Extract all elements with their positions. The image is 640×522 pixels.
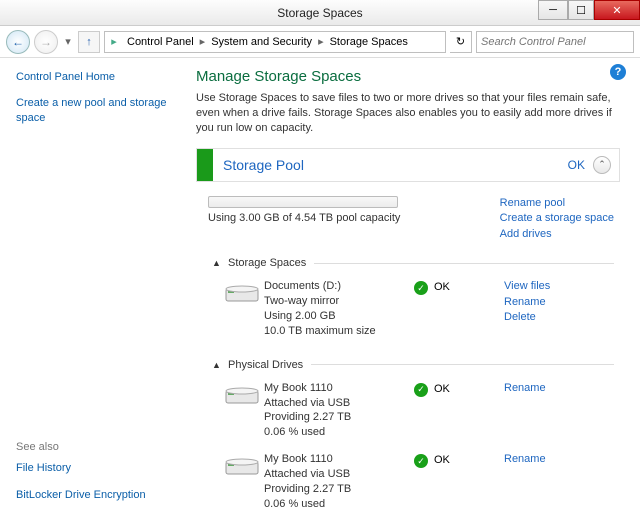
- delete-space-link[interactable]: Delete: [504, 310, 550, 325]
- location-icon: ▸: [105, 35, 123, 48]
- status-text: OK: [434, 281, 450, 293]
- drive-providing: Providing 2.27 TB: [264, 410, 414, 425]
- section-label: Physical Drives: [228, 359, 303, 371]
- physical-drive-row: My Book 1110 Attached via USB Providing …: [208, 446, 614, 517]
- status-text: OK: [434, 383, 450, 395]
- drive-icon: [220, 452, 264, 511]
- maximize-button[interactable]: ☐: [568, 0, 594, 20]
- add-drives-link[interactable]: Add drives: [500, 227, 614, 243]
- drive-attach: Attached via USB: [264, 396, 414, 411]
- section-label: Storage Spaces: [228, 257, 306, 269]
- drive-name: My Book 1110: [264, 452, 414, 467]
- view-files-link[interactable]: View files: [504, 279, 550, 294]
- chevron-right-icon: ▸: [316, 35, 326, 48]
- drive-attach: Attached via USB: [264, 467, 414, 482]
- drive-used: 0.06 % used: [264, 497, 414, 512]
- main-content: ? Manage Storage Spaces Use Storage Spac…: [190, 58, 640, 522]
- address-bar[interactable]: ▸ Control Panel ▸ System and Security ▸ …: [104, 31, 446, 53]
- capacity-progressbar: [208, 196, 398, 208]
- title-bar: Storage Spaces ─ ☐ ✕: [0, 0, 640, 26]
- status-text: OK: [434, 454, 450, 466]
- chevron-right-icon: ▸: [198, 35, 208, 48]
- help-icon[interactable]: ?: [610, 64, 626, 80]
- drive-name: My Book 1110: [264, 381, 414, 396]
- drive-icon: [220, 381, 264, 440]
- create-space-link[interactable]: Create a storage space: [500, 211, 614, 227]
- breadcrumb[interactable]: System and Security: [207, 36, 316, 48]
- sidebar: Control Panel Home Create a new pool and…: [0, 58, 190, 522]
- rename-drive-link[interactable]: Rename: [504, 452, 546, 467]
- up-button[interactable]: ↑: [78, 31, 100, 53]
- nav-bar: ← → ▾ ↑ ▸ Control Panel ▸ System and Sec…: [0, 26, 640, 58]
- space-name: Documents (D:): [264, 279, 414, 294]
- page-title: Manage Storage Spaces: [196, 68, 620, 85]
- drive-icon: [220, 279, 264, 338]
- collapse-button[interactable]: ⌃: [593, 156, 611, 174]
- pool-status-text: OK: [568, 158, 585, 172]
- back-button[interactable]: ←: [6, 30, 30, 54]
- sidebar-bitlocker-link[interactable]: BitLocker Drive Encryption: [16, 488, 178, 502]
- chevron-up-icon: ▲: [212, 258, 224, 268]
- close-button[interactable]: ✕: [594, 0, 640, 20]
- search-input[interactable]: [476, 31, 634, 53]
- sidebar-file-history-link[interactable]: File History: [16, 461, 178, 475]
- pool-title: Storage Pool: [223, 157, 568, 173]
- capacity-text: Using 3.00 GB of 4.54 TB pool capacity: [208, 212, 500, 224]
- pool-status-flag: [197, 149, 213, 181]
- space-type: Two-way mirror: [264, 294, 414, 309]
- ok-badge-icon: ✓: [414, 454, 428, 468]
- storage-space-row: Documents (D:) Two-way mirror Using 2.00…: [208, 273, 614, 344]
- ok-badge-icon: ✓: [414, 281, 428, 295]
- storage-spaces-section-header[interactable]: ▲ Storage Spaces: [212, 257, 614, 269]
- physical-drives-section-header[interactable]: ▲ Physical Drives: [212, 359, 614, 371]
- forward-button[interactable]: →: [34, 30, 58, 54]
- rename-pool-link[interactable]: Rename pool: [500, 196, 614, 212]
- rename-space-link[interactable]: Rename: [504, 295, 550, 310]
- drive-providing: Providing 2.27 TB: [264, 482, 414, 497]
- sidebar-create-pool-link[interactable]: Create a new pool and storage space: [16, 96, 178, 125]
- minimize-button[interactable]: ─: [538, 0, 568, 20]
- chevron-up-icon: ▲: [212, 360, 224, 370]
- history-dropdown[interactable]: ▾: [62, 32, 74, 52]
- refresh-button[interactable]: ↻: [450, 31, 472, 53]
- pool-header: Storage Pool OK ⌃: [196, 148, 620, 182]
- ok-badge-icon: ✓: [414, 383, 428, 397]
- sidebar-home-link[interactable]: Control Panel Home: [16, 70, 178, 84]
- space-using: Using 2.00 GB: [264, 309, 414, 324]
- page-description: Use Storage Spaces to save files to two …: [196, 91, 620, 136]
- physical-drive-row: My Book 1110 Attached via USB Providing …: [208, 375, 614, 446]
- see-also-label: See also: [16, 441, 178, 453]
- drive-used: 0.06 % used: [264, 425, 414, 440]
- rename-drive-link[interactable]: Rename: [504, 381, 546, 396]
- space-max: 10.0 TB maximum size: [264, 324, 414, 339]
- breadcrumb[interactable]: Control Panel: [123, 36, 198, 48]
- breadcrumb[interactable]: Storage Spaces: [326, 36, 412, 48]
